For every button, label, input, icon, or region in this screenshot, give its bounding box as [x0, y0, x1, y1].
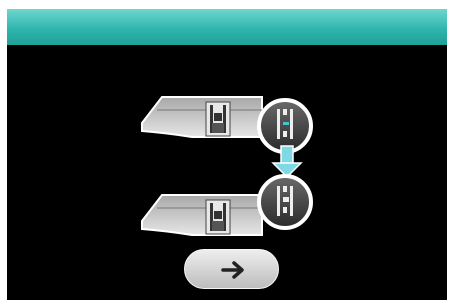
- needle-plate-icon: [277, 186, 293, 216]
- presser-foot-before: [141, 96, 313, 154]
- machine-screen: [7, 9, 447, 300]
- presser-foot-icon: [205, 199, 231, 235]
- arrow-right-icon: [221, 261, 244, 279]
- presser-foot-after: [141, 174, 313, 236]
- needle-plate-icon: [277, 109, 293, 139]
- presser-foot-icon: [205, 101, 231, 137]
- zoom-circle: [257, 98, 313, 154]
- next-button[interactable]: [184, 249, 279, 289]
